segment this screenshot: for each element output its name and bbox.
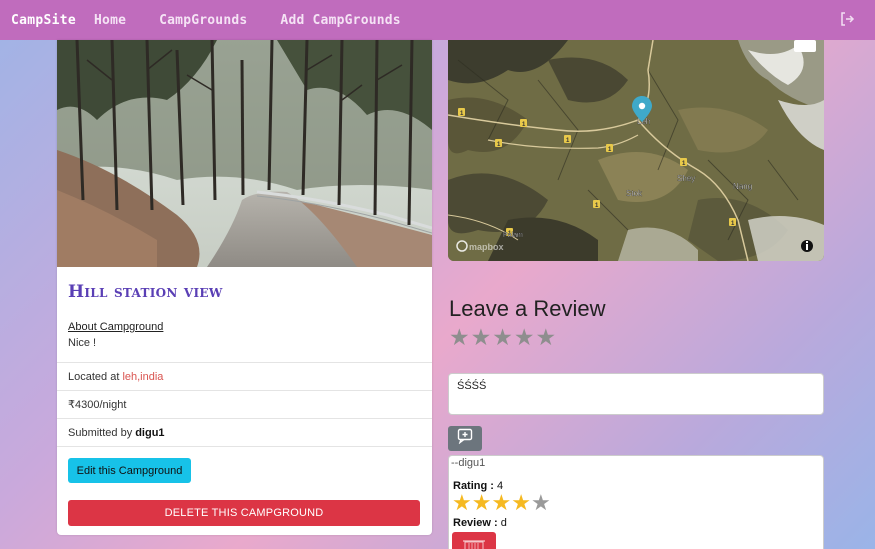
delete-campground-button[interactable]: DELETE THIS CAMPGROUND (68, 500, 420, 526)
nav-campgrounds-link[interactable]: CampGrounds (159, 13, 247, 28)
review-star-4: ★ (511, 490, 531, 515)
map-label-palam: Palam (503, 232, 523, 239)
review-star-1: ★ (452, 490, 472, 515)
location-row: Located at leh,india (57, 362, 432, 390)
navbar: CampSite Home CampGrounds Add CampGround… (0, 0, 875, 40)
review-textarea[interactable]: ŚŚŚŚ (448, 373, 824, 415)
author-name: digu1 (135, 426, 165, 439)
campground-map[interactable]: 1 1 1 1 1 1 1 1 1 Leh Stok Shey Nang Pal… (448, 40, 824, 261)
review-star-3: ★ (491, 490, 512, 515)
trash-icon (463, 540, 485, 549)
campground-card: Hill station view About Campground Nice … (57, 40, 432, 535)
rating-star-2[interactable]: ★ (471, 326, 492, 349)
rating-star-5[interactable]: ★ (536, 326, 557, 349)
submitted-prefix: Submitted by (68, 426, 133, 439)
rating-star-3[interactable]: ★ (492, 326, 513, 349)
review-author: --digu1 (451, 457, 486, 469)
leave-review-heading: Leave a Review (449, 296, 606, 321)
submitted-by-row: Submitted by digu1 (57, 418, 432, 447)
campground-photo (57, 40, 432, 267)
add-comment-icon (457, 428, 473, 449)
star-rating-input[interactable]: ★ ★ ★ ★ ★ (449, 326, 557, 349)
campground-description: Nice ! (68, 337, 97, 349)
mapbox-attribution: mapbox (469, 242, 504, 252)
location-value: leh,india (122, 370, 164, 383)
rating-star-1[interactable]: ★ (449, 326, 470, 349)
rating-star-4[interactable]: ★ (514, 326, 535, 349)
brand-logo[interactable]: CampSite (11, 13, 76, 28)
campground-title: Hill station view (68, 282, 223, 302)
review-star-2: ★ (471, 490, 492, 515)
submit-review-button[interactable] (448, 426, 482, 451)
review-text-label: Review : (453, 517, 498, 529)
price-row: ₹4300/night (57, 390, 432, 418)
review-text-line: Review : d (453, 517, 507, 529)
about-campground-heading: About Campground (68, 321, 164, 333)
map-label-shey: Shey (677, 174, 695, 183)
info-icon[interactable] (801, 240, 813, 252)
edit-campground-button[interactable]: Edit this Campground (68, 458, 191, 483)
map-label-nang: Nang (733, 182, 752, 191)
location-prefix: Located at (68, 370, 120, 383)
delete-review-button[interactable] (452, 532, 496, 549)
review-card: --digu1 Rating : 4 ★ ★ ★ ★ ★ Review : d (448, 455, 824, 549)
nav-home-link[interactable]: Home (94, 13, 126, 28)
review-stars: ★ ★ ★ ★ ★ (452, 492, 551, 514)
logout-icon[interactable] (839, 11, 855, 27)
review-text-value: d (500, 517, 507, 529)
review-star-5: ★ (530, 490, 551, 515)
map-zoom-control[interactable] (794, 40, 816, 52)
price-value: ₹4300/night (68, 399, 127, 411)
nav-add-campground-link[interactable]: Add CampGrounds (280, 13, 400, 28)
map-label-stok: Stok (626, 189, 643, 198)
